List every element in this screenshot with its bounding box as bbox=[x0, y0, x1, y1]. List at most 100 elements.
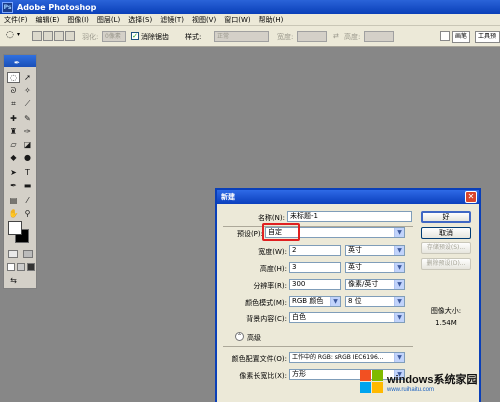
notes-icon[interactable]: ▤ bbox=[7, 195, 20, 206]
name-input[interactable]: 未标题-1 bbox=[287, 211, 412, 222]
shape-icon[interactable]: ▬ bbox=[21, 180, 34, 191]
chevron-down-icon: ▼ bbox=[394, 263, 404, 272]
dodge-icon[interactable]: ● bbox=[21, 152, 34, 163]
antialias-label: 消除锯齿 bbox=[141, 33, 169, 41]
width-unit-value: 英寸 bbox=[348, 246, 362, 254]
tool-preset-dropdown-icon[interactable]: ▾ bbox=[17, 31, 20, 38]
brush-icon[interactable]: ✎ bbox=[21, 113, 34, 124]
height-unit-select[interactable]: 英寸 ▼ bbox=[345, 262, 405, 273]
jump-to-imageready-icon[interactable]: ⇆ bbox=[7, 275, 20, 286]
ok-button[interactable]: 好 bbox=[421, 211, 471, 223]
app-titlebar: Ps Adobe Photoshop bbox=[0, 0, 500, 14]
width-label: 宽度(W): bbox=[258, 248, 287, 256]
advanced-toggle-icon[interactable]: ⌃ bbox=[235, 332, 244, 341]
screen-mode-standard-icon[interactable] bbox=[7, 263, 15, 271]
menu-view[interactable]: 视图(V) bbox=[188, 15, 220, 25]
path-selection-icon[interactable]: ➤ bbox=[7, 167, 20, 178]
history-brush-icon[interactable]: ✑ bbox=[21, 126, 34, 137]
width-input[interactable] bbox=[297, 31, 327, 42]
slice-icon[interactable]: ⟋ bbox=[21, 98, 34, 109]
resolution-input[interactable]: 300 bbox=[289, 279, 341, 290]
menu-image[interactable]: 图像(I) bbox=[63, 15, 93, 25]
healing-brush-icon[interactable]: ✚ bbox=[7, 113, 20, 124]
swap-icon[interactable]: ⇄ bbox=[333, 32, 339, 40]
pen-icon[interactable]: ✒ bbox=[7, 180, 20, 191]
screen-mode-full-icon[interactable] bbox=[27, 263, 35, 271]
hand-icon[interactable]: ✋ bbox=[7, 208, 20, 219]
menu-file[interactable]: 文件(F) bbox=[0, 15, 32, 25]
clone-stamp-icon[interactable]: ♜ bbox=[7, 126, 20, 137]
menu-filter[interactable]: 滤镜(T) bbox=[156, 15, 188, 25]
feather-label: 羽化: bbox=[82, 33, 99, 41]
menu-help[interactable]: 帮助(H) bbox=[255, 15, 288, 25]
height-unit-value: 英寸 bbox=[348, 263, 362, 271]
intersect-selection-icon[interactable] bbox=[65, 31, 75, 41]
style-label: 样式: bbox=[185, 33, 202, 41]
quick-mask-icon[interactable] bbox=[23, 250, 33, 258]
toolbox-header: ✒ bbox=[4, 55, 36, 67]
menu-select[interactable]: 选择(S) bbox=[124, 15, 156, 25]
app-title: Adobe Photoshop bbox=[17, 2, 97, 12]
color-profile-label: 颜色配置文件(O): bbox=[231, 355, 287, 363]
watermark-url: www.ruihaitu.com bbox=[387, 387, 435, 393]
paint-bucket-icon[interactable]: ◪ bbox=[21, 139, 34, 150]
background-value: 白色 bbox=[292, 313, 306, 321]
bit-depth-value: 8 位 bbox=[348, 297, 362, 305]
add-selection-icon[interactable] bbox=[43, 31, 53, 41]
screen-mode-full-menu-icon[interactable] bbox=[17, 263, 25, 271]
tab-tool-presets[interactable]: 工具预 bbox=[475, 31, 500, 43]
foreground-color-swatch[interactable] bbox=[8, 221, 22, 235]
resolution-unit-value: 像素/英寸 bbox=[348, 280, 379, 288]
annotation-highlight bbox=[262, 223, 300, 241]
background-select[interactable]: 白色 ▼ bbox=[289, 312, 405, 323]
dialog-title: 新建 bbox=[221, 193, 235, 201]
eraser-icon[interactable]: ▱ bbox=[7, 139, 20, 150]
style-select[interactable]: 正常 bbox=[214, 31, 269, 42]
marquee-tool-icon[interactable]: ◌ bbox=[6, 30, 14, 40]
delete-preset-button[interactable]: 删除预设(D)... bbox=[421, 258, 471, 270]
marquee-icon[interactable]: ◌ bbox=[7, 72, 20, 83]
new-selection-icon[interactable] bbox=[32, 31, 42, 41]
preset-label: 预设(P): bbox=[236, 230, 263, 238]
photoshop-logo-icon: Ps bbox=[2, 1, 13, 13]
pixel-aspect-value: 方形 bbox=[292, 370, 306, 378]
image-size-value: 1.54M bbox=[435, 319, 457, 327]
menu-window[interactable]: 窗口(W) bbox=[220, 15, 254, 25]
height-input[interactable] bbox=[364, 31, 394, 42]
palette-well-icon[interactable] bbox=[440, 31, 450, 41]
width-label: 宽度: bbox=[277, 33, 294, 41]
chevron-down-icon: ▼ bbox=[394, 313, 404, 322]
close-icon[interactable]: ✕ bbox=[465, 191, 477, 203]
resolution-label: 分辨率(R): bbox=[253, 282, 287, 290]
eyedropper-icon[interactable]: ⁄ bbox=[21, 195, 34, 206]
save-preset-button[interactable]: 存储预设(S)... bbox=[421, 242, 471, 254]
move-icon[interactable]: ➚ bbox=[21, 72, 34, 83]
menu-edit[interactable]: 编辑(E) bbox=[32, 15, 64, 25]
menu-layer[interactable]: 图层(L) bbox=[93, 15, 124, 25]
color-profile-value: 工作中的 RGB: sRGB IEC6196... bbox=[292, 354, 384, 361]
resolution-unit-select[interactable]: 像素/英寸 ▼ bbox=[345, 279, 405, 290]
standard-mode-icon[interactable] bbox=[8, 250, 18, 258]
zoom-icon[interactable]: ⚲ bbox=[21, 208, 34, 219]
lasso-icon[interactable]: ᘐ bbox=[7, 85, 20, 96]
magic-wand-icon[interactable]: ✧ bbox=[21, 85, 34, 96]
height-input[interactable]: 3 bbox=[289, 262, 341, 273]
type-icon[interactable]: T bbox=[21, 167, 34, 178]
tab-brushes[interactable]: 画笔 bbox=[452, 31, 471, 43]
options-bar: ◌ ▾ 羽化: 0像素 ✓ 消除锯齿 样式: 正常 宽度: ⇄ 高度: 画笔 工… bbox=[0, 26, 500, 47]
antialias-checkbox[interactable]: ✓ bbox=[131, 32, 139, 40]
advanced-label: 高级 bbox=[247, 334, 261, 342]
crop-icon[interactable]: ⌗ bbox=[7, 98, 20, 109]
feather-input[interactable]: 0像素 bbox=[102, 31, 126, 42]
feather-logo-icon: ✒ bbox=[14, 59, 20, 67]
width-unit-select[interactable]: 英寸 ▼ bbox=[345, 245, 405, 256]
color-mode-select[interactable]: RGB 颜色 ▼ bbox=[289, 296, 341, 307]
image-size-label: 图像大小: bbox=[430, 307, 462, 315]
chevron-down-icon: ▼ bbox=[394, 228, 404, 237]
bit-depth-select[interactable]: 8 位 ▼ bbox=[345, 296, 405, 307]
blur-icon[interactable]: ◆ bbox=[7, 152, 20, 163]
cancel-button[interactable]: 取消 bbox=[421, 227, 471, 239]
name-label: 名称(N): bbox=[257, 214, 285, 222]
subtract-selection-icon[interactable] bbox=[54, 31, 64, 41]
width-input[interactable]: 2 bbox=[289, 245, 341, 256]
